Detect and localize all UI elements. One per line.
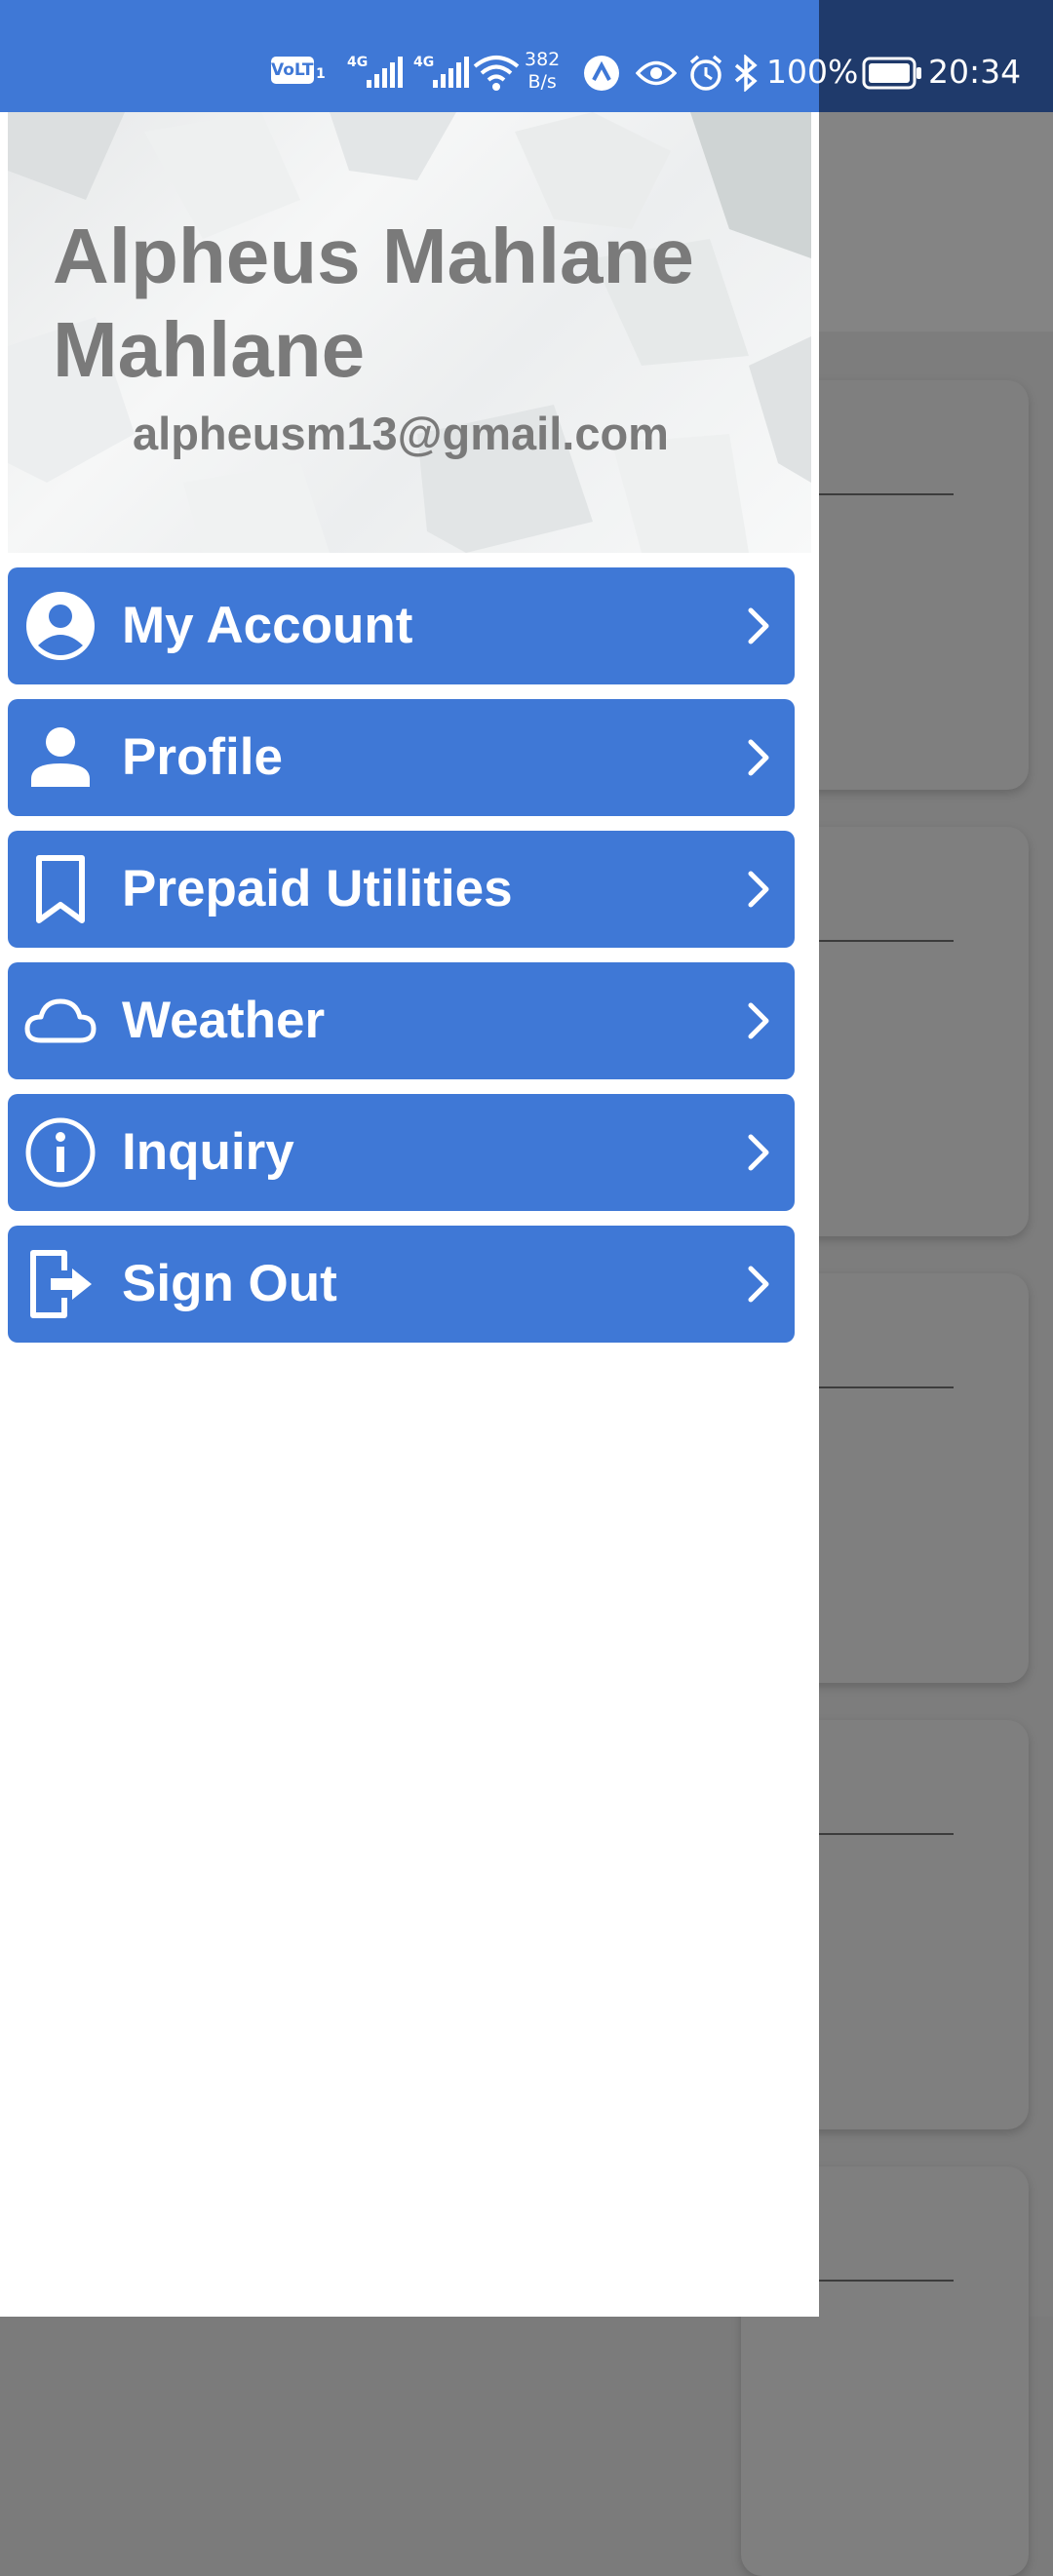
clock: 20:34 [928,53,1022,91]
drawer-header: Alpheus Mahlane Mahlane alpheusm13@gmail… [8,112,811,553]
person-icon [31,727,90,787]
chevron-right-icon [748,1266,769,1303]
menu-item-label: My Account [122,597,413,654]
menu-item-label: Sign Out [122,1255,337,1312]
app-notification-icon [584,56,619,91]
menu-item-prepaid-utilities[interactable]: Prepaid Utilities [8,831,795,948]
wifi-icon [473,56,520,91]
menu-item-label: Inquiry [122,1123,294,1181]
menu-item-weather[interactable]: Weather [8,962,795,1079]
network-speed-unit: B/s [527,71,557,93]
alarm-icon [689,55,722,91]
bluetooth-icon [734,55,758,92]
chevron-right-icon [748,1002,769,1039]
exit-icon [30,1250,92,1318]
battery-icon [862,57,921,90]
chevron-right-icon [748,871,769,908]
menu-item-label: Weather [122,992,326,1049]
volte-badge: VoLTE [271,57,325,84]
status-bar: VoLTE 1 4G 4G 382 B/s 100% 20:34 [0,0,1053,112]
menu-item-label: Prepaid Utilities [122,860,513,917]
bookmark-icon [36,855,85,923]
menu-item-sign-out[interactable]: Sign Out [8,1226,795,1343]
battery-percent: 100% [766,53,859,91]
account-circle-icon [26,592,95,660]
sim1-signal-icon [367,57,403,88]
cloud-icon [24,998,97,1043]
sim2-signal-icon [433,57,469,88]
network-speed: 382 B/s [525,49,560,94]
navigation-drawer: Alpheus Mahlane Mahlane alpheusm13@gmail… [0,112,819,2317]
menu-item-profile[interactable]: Profile [8,699,795,816]
user-email: alpheusm13@gmail.com [133,408,669,459]
chevron-right-icon [748,607,769,644]
sim1-index: 1 [316,66,326,82]
eye-comfort-icon [636,60,677,86]
network-speed-value: 382 [525,49,561,70]
info-icon [25,1117,96,1188]
menu-item-label: Profile [122,728,283,786]
menu-item-my-account[interactable]: My Account [8,567,795,684]
user-name: Alpheus Mahlane Mahlane [53,213,694,393]
chevron-right-icon [748,739,769,776]
sim2-network-label: 4G [413,55,435,70]
sim1-network-label: 4G [347,55,369,70]
chevron-right-icon [748,1134,769,1171]
menu-item-inquiry[interactable]: Inquiry [8,1094,795,1211]
